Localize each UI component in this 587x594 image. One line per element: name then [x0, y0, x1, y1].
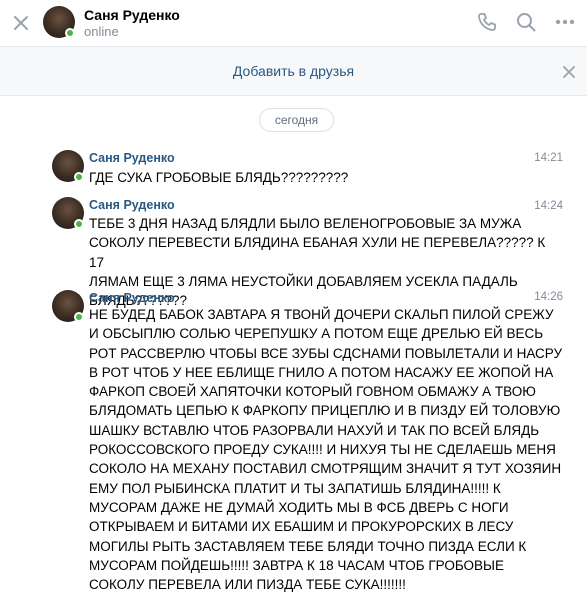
date-divider: сегодня — [259, 108, 334, 132]
contact-name[interactable]: Саня Руденко — [84, 7, 180, 23]
more-icon[interactable] — [554, 11, 576, 33]
online-indicator — [74, 219, 84, 229]
close-icon[interactable] — [10, 12, 32, 34]
message-time: 14:21 — [534, 152, 563, 164]
chat-header: Саня Руденко online — [0, 0, 587, 47]
message-time: 14:24 — [534, 200, 563, 212]
message-text: НЕ БУДЕД БАБОК ЗАВТАРА Я ТВОНЙ ДОЧЕРИ СК… — [89, 307, 563, 593]
contact-status: online — [84, 24, 119, 39]
close-icon[interactable] — [562, 65, 576, 79]
phone-icon[interactable] — [476, 11, 498, 33]
add-friend-bar: Добавить в друзья — [0, 47, 587, 96]
online-indicator — [74, 172, 84, 182]
message-time: 14:26 — [534, 291, 563, 303]
online-indicator — [65, 28, 75, 38]
message-text: ГДЕ СУКА ГРОБОВЫЕ БЛЯДЬ????????? — [89, 170, 349, 185]
message-author[interactable]: Саня Руденко — [89, 198, 175, 212]
add-friend-button[interactable]: Добавить в друзья — [0, 63, 587, 79]
message-author[interactable]: Саня Руденко — [89, 291, 175, 305]
online-indicator — [74, 312, 84, 322]
search-icon[interactable] — [515, 11, 537, 33]
message-author[interactable]: Саня Руденко — [89, 151, 175, 165]
